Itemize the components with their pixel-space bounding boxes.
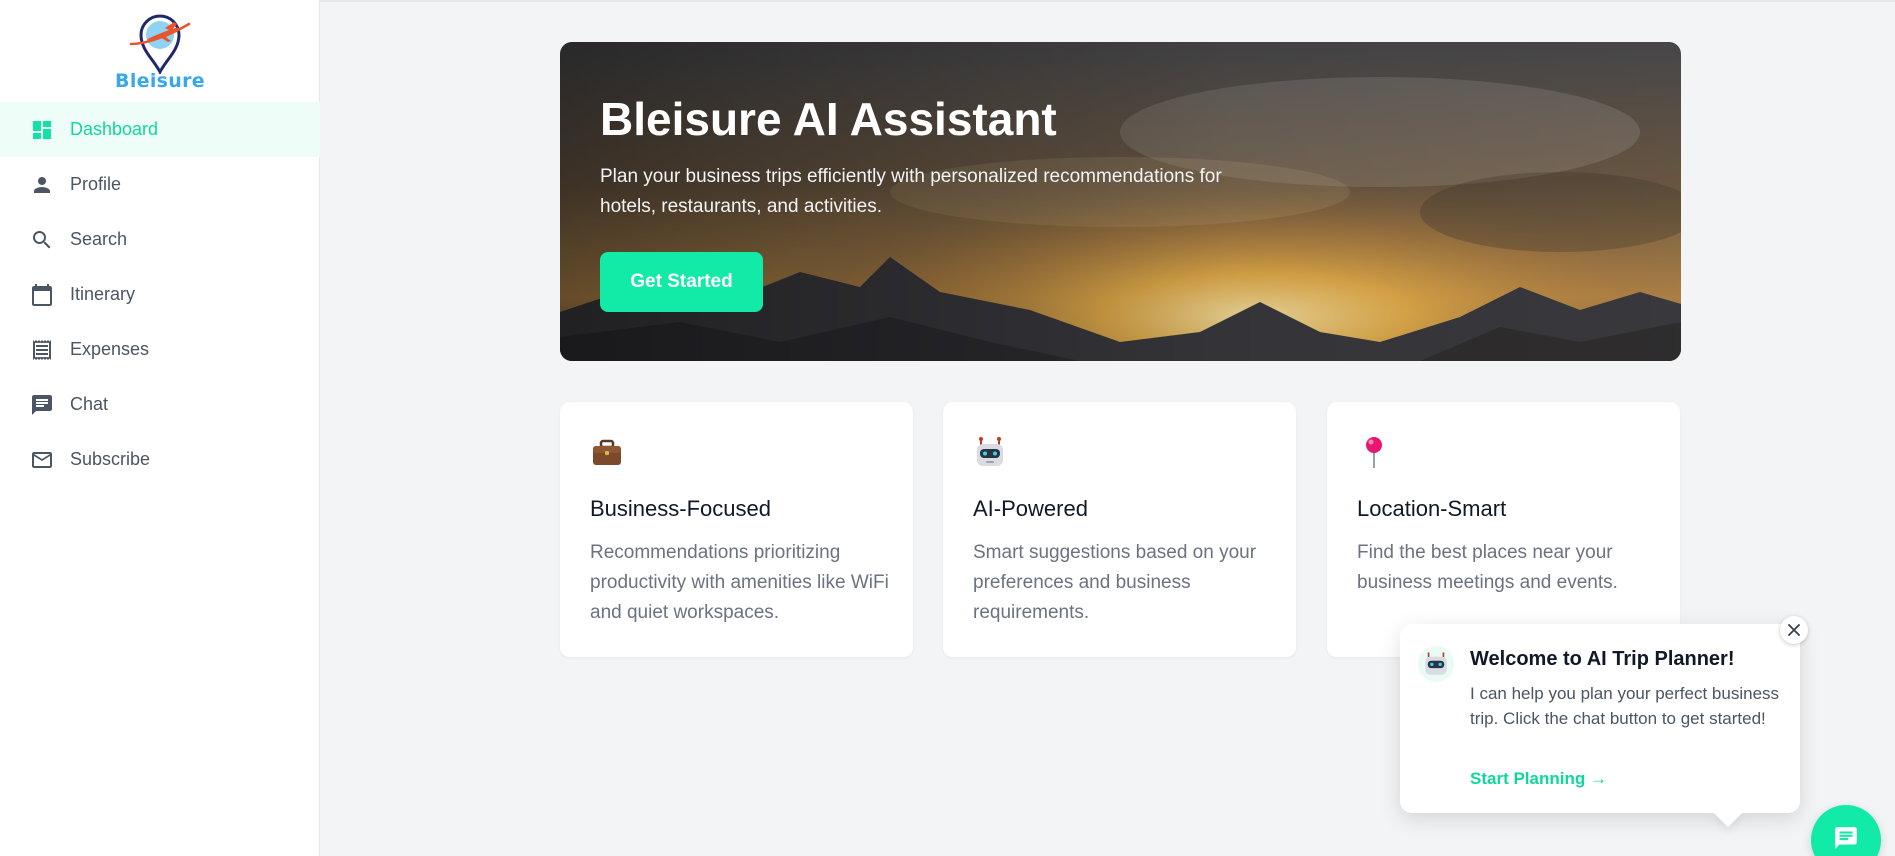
sidebar-item-label: Profile (70, 174, 122, 194)
feature-description: Find the best places near your business … (1357, 542, 1618, 593)
feature-description: Smart suggestions based on your preferen… (973, 542, 1257, 623)
receipt-icon (30, 338, 54, 362)
sidebar-item-dashboard[interactable]: Dashboard (0, 102, 320, 157)
close-icon[interactable] (1780, 616, 1808, 644)
chat-button[interactable] (1811, 805, 1881, 856)
feature-title: Location-Smart (1357, 496, 1507, 521)
feature-description: Recommendations prioritizing productivit… (590, 542, 889, 623)
search-icon (30, 228, 54, 252)
calendar-icon (30, 283, 54, 307)
chat-icon (30, 393, 54, 417)
hero-title: Bleisure AI Assistant (600, 93, 1057, 145)
logo-text: Bleisure (115, 70, 205, 92)
feature-card-business: Business-Focused Recommendations priorit… (560, 402, 913, 657)
popup-title: Welcome to AI Trip Planner! (1470, 648, 1735, 670)
sidebar-item-profile[interactable]: Profile (0, 157, 320, 212)
feature-title: Business-Focused (590, 496, 771, 521)
sidebar-item-subscribe[interactable]: Subscribe (0, 432, 320, 487)
logo-pin-plane-icon (129, 14, 191, 74)
feature-title: AI-Powered (973, 496, 1088, 521)
logo[interactable]: Bleisure (0, 10, 320, 96)
pushpin-icon (1366, 437, 1382, 468)
popup-tail (1713, 798, 1743, 828)
sidebar-item-search[interactable]: Search (0, 212, 320, 267)
sidebar-item-label: Chat (70, 394, 109, 414)
sidebar-item-itinerary[interactable]: Itinerary (0, 267, 320, 322)
get-started-button[interactable]: Get Started (600, 252, 763, 312)
sidebar-item-label: Expenses (70, 339, 150, 359)
welcome-popup: Welcome to AI Trip Planner! I can help y… (1400, 616, 1808, 828)
start-planning-link[interactable]: Start Planning → (1470, 769, 1607, 789)
feature-card-ai: AI-Powered Smart suggestions based on yo… (943, 402, 1296, 657)
dashboard-icon (30, 118, 54, 142)
chat-bubble-icon (1835, 827, 1857, 849)
robot-icon (977, 437, 1003, 466)
hero-banner: Bleisure AI Assistant Plan your business… (560, 42, 1681, 361)
sidebar-item-chat[interactable]: Chat (0, 377, 320, 432)
sidebar-nav: Dashboard Profile Search Itinerary Expen… (0, 102, 320, 487)
sidebar-item-expenses[interactable]: Expenses (0, 322, 320, 377)
popup-text: I can help you plan your perfect busines… (1470, 684, 1780, 728)
sidebar-item-label: Subscribe (70, 449, 151, 469)
sidebar: Bleisure Dashboard Profile Search Itiner… (0, 0, 320, 856)
person-icon (30, 173, 54, 197)
sidebar-item-label: Search (70, 229, 128, 249)
robot-avatar-icon (1418, 646, 1454, 682)
sidebar-item-label: Dashboard (70, 119, 159, 139)
sidebar-item-label: Itinerary (70, 284, 136, 304)
feature-card-location: Location-Smart Find the best places near… (1327, 402, 1680, 657)
briefcase-icon (593, 439, 621, 465)
hero-subtitle: Plan your business trips efficiently wit… (600, 166, 1222, 217)
mail-icon (30, 448, 54, 472)
